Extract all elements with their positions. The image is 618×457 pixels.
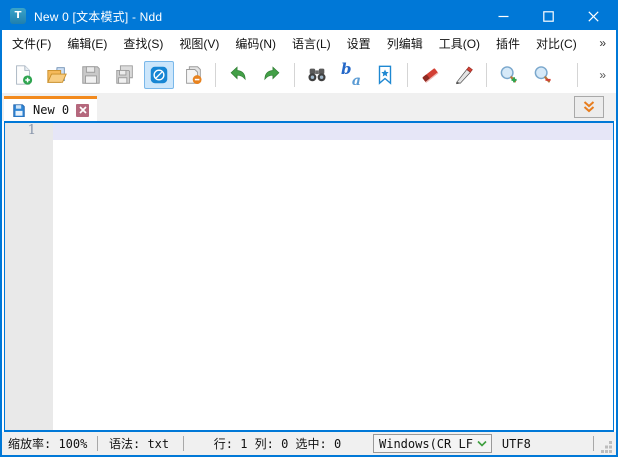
save-all-icon [114, 64, 136, 86]
status-separator [593, 436, 594, 451]
tab-label: New 0 [33, 103, 69, 117]
tab-new-0[interactable]: New 0 [4, 96, 97, 121]
saved-floppy-icon [12, 103, 26, 117]
text-edit-area[interactable] [53, 123, 613, 430]
menu-encoding[interactable]: 编码(N) [229, 31, 282, 56]
replace-icon: b a [340, 64, 362, 86]
double-chevron-down-icon [581, 99, 597, 115]
status-syntax: 语法: txt [98, 435, 183, 452]
toolbar-separator [486, 63, 487, 87]
bookmark-button[interactable] [370, 61, 400, 89]
status-cursor-position: 行: 1 列: 0 选中: 0 [184, 435, 371, 452]
toolbar-overflow-chevron[interactable]: » [599, 68, 606, 82]
word-wrap-icon [148, 64, 170, 86]
window-title: New 0 [文本模式] - Ndd [34, 8, 162, 25]
redo-icon [261, 64, 283, 86]
document-list-button[interactable] [574, 96, 604, 118]
replace-button[interactable]: b a [336, 61, 366, 89]
find-button[interactable] [302, 61, 332, 89]
replace-letter-b: b [341, 60, 352, 78]
menu-plugins[interactable]: 插件 [490, 31, 526, 56]
eraser-button[interactable] [415, 61, 445, 89]
find-binoculars-icon [306, 64, 328, 86]
resize-grip[interactable] [599, 439, 613, 453]
status-bar: 缩放率: 100% 语法: txt 行: 1 列: 0 选中: 0 Window… [2, 432, 616, 455]
bookmark-icon [374, 64, 396, 86]
tab-close-button[interactable] [76, 104, 89, 117]
undo-icon [227, 64, 249, 86]
close-all-button[interactable] [178, 61, 208, 89]
resize-grip-icon [599, 439, 613, 453]
maximize-button[interactable] [526, 2, 571, 30]
toolbar: b a [2, 56, 616, 93]
save-icon [80, 64, 102, 86]
maximize-icon [543, 11, 554, 22]
toolbar-separator [294, 63, 295, 87]
title-bar[interactable]: T New 0 [文本模式] - Ndd [2, 2, 616, 30]
menu-search[interactable]: 查找(S) [117, 31, 169, 56]
zoom-out-button[interactable] [528, 61, 558, 89]
menu-bar: 文件(F) 编辑(E) 查找(S) 视图(V) 编码(N) 语言(L) 设置 列… [2, 30, 616, 56]
open-file-icon [46, 64, 68, 86]
status-encoding: UTF8 [502, 437, 531, 451]
redo-button[interactable] [257, 61, 287, 89]
toolbar-separator [577, 63, 578, 87]
menu-tools[interactable]: 工具(O) [433, 31, 486, 56]
menu-file[interactable]: 文件(F) [6, 31, 57, 56]
format-brush-icon [453, 64, 475, 86]
menu-settings[interactable]: 设置 [341, 31, 377, 56]
menu-compare[interactable]: 对比(C) [530, 31, 583, 56]
menu-language[interactable]: 语言(L) [286, 31, 337, 56]
undo-button[interactable] [223, 61, 253, 89]
word-wrap-toggle-button[interactable] [144, 61, 174, 89]
tab-bar: New 0 [2, 93, 616, 121]
close-button[interactable] [571, 2, 616, 30]
line-ending-select[interactable]: Windows(CR LF [373, 434, 492, 453]
menu-column-edit[interactable]: 列编辑 [381, 31, 429, 56]
toolbar-separator [407, 63, 408, 87]
caption-buttons [481, 2, 616, 30]
chevron-down-icon [476, 439, 488, 448]
new-file-icon [12, 64, 34, 86]
open-file-button[interactable] [42, 61, 72, 89]
save-button[interactable] [76, 61, 106, 89]
status-zoom-ratio: 缩放率: 100% [2, 435, 97, 452]
line-number-gutter[interactable]: 1 [5, 123, 53, 430]
editor-pane: 1 [4, 121, 614, 432]
close-all-icon [182, 64, 204, 86]
menu-view[interactable]: 视图(V) [173, 31, 225, 56]
line-ending-value: Windows(CR LF [379, 437, 473, 451]
save-all-button[interactable] [110, 61, 140, 89]
zoom-in-icon [498, 64, 520, 86]
replace-letter-a: a [352, 73, 361, 89]
zoom-out-icon [532, 64, 554, 86]
close-icon [588, 11, 599, 22]
eraser-icon [419, 64, 441, 86]
zoom-in-button[interactable] [494, 61, 524, 89]
line-number: 1 [5, 123, 53, 140]
minimize-button[interactable] [481, 2, 526, 30]
app-window: T New 0 [文本模式] - Ndd 文件(F) 编辑(E) 查找(S) 视… [0, 0, 618, 457]
app-icon: T [10, 8, 26, 24]
new-file-button[interactable] [8, 61, 38, 89]
menu-overflow-chevron[interactable]: » [599, 36, 606, 50]
menu-edit[interactable]: 编辑(E) [61, 31, 113, 56]
format-brush-button[interactable] [449, 61, 479, 89]
tab-close-icon [79, 106, 87, 114]
toolbar-separator [215, 63, 216, 87]
minimize-icon [498, 11, 509, 22]
